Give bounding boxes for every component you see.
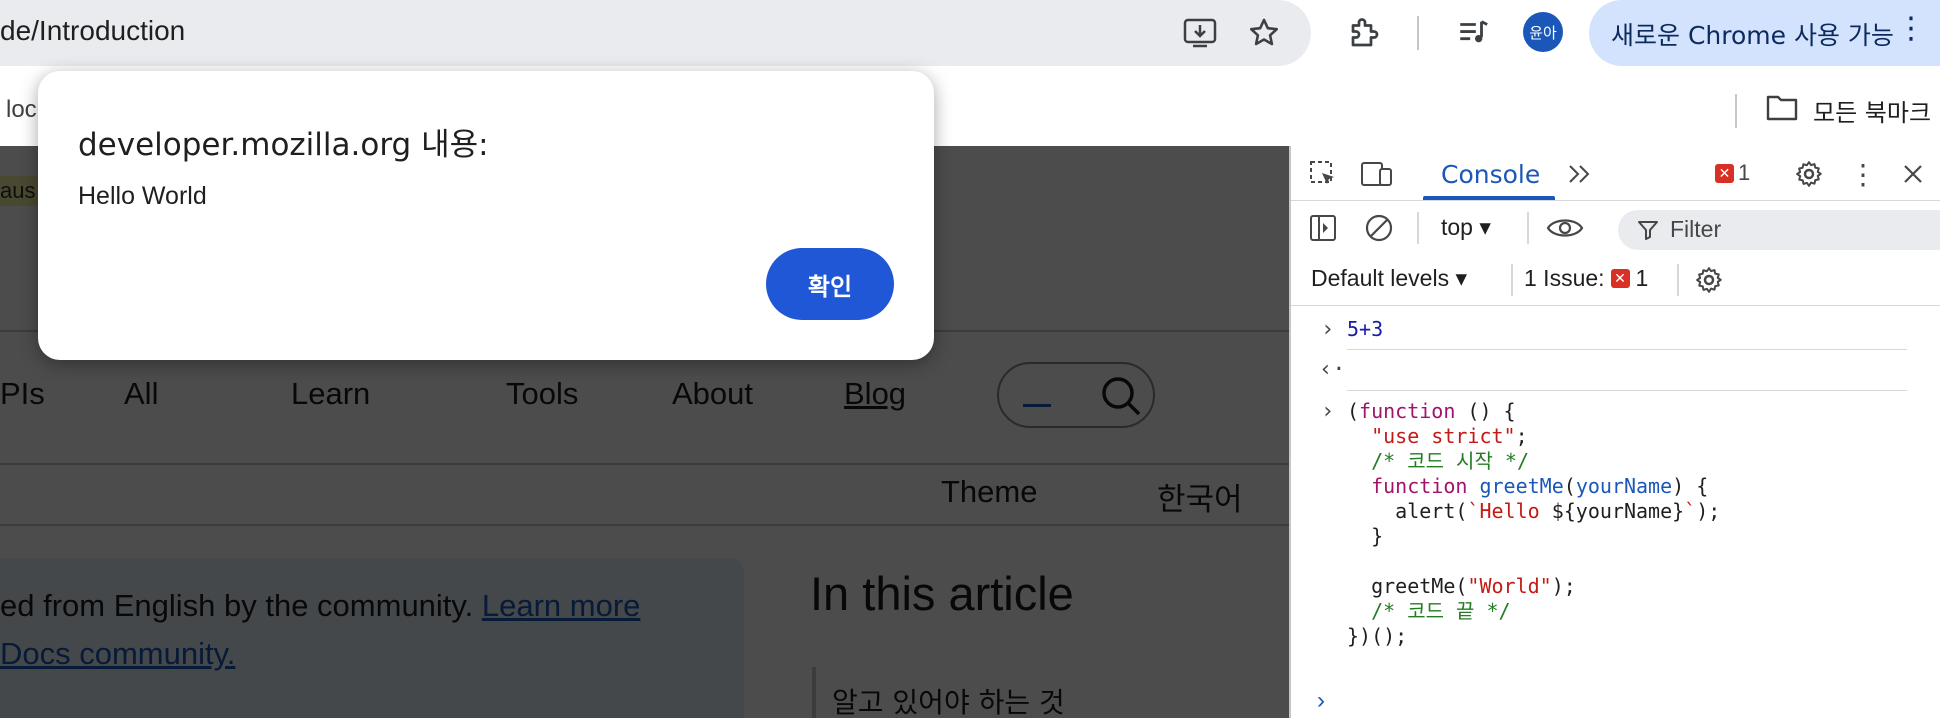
console-levels-bar: Default levels ▾ 1 Issue: ✕ 1 — [1291, 254, 1940, 306]
expand-chevron-icon[interactable]: › — [1321, 399, 1334, 424]
log-levels-dropdown[interactable]: Default levels ▾ — [1311, 265, 1467, 292]
device-toolbar-icon[interactable] — [1357, 156, 1397, 192]
alert-dialog: developer.mozilla.org 내용: Hello World 확인 — [38, 71, 934, 360]
code-identifier: greetMe — [1479, 474, 1564, 498]
chrome-update-label: 새로운 Chrome 사용 가능 — [1611, 21, 1894, 50]
language-switcher[interactable]: 한국어 — [1157, 474, 1243, 519]
nav-all[interactable]: All — [124, 376, 158, 412]
console-prompt-icon[interactable]: › — [1317, 687, 1325, 715]
code-comment: /* 코드 끝 */ — [1371, 599, 1511, 623]
notice-line: ed from English by the community. — [0, 588, 482, 623]
nav-learn[interactable]: Learn — [291, 376, 370, 412]
issues-count: 1 — [1635, 265, 1649, 291]
header-divider — [0, 463, 1289, 465]
install-app-icon[interactable] — [1180, 14, 1220, 52]
filter-funnel-icon — [1636, 218, 1660, 242]
active-tab-indicator — [1423, 196, 1555, 200]
tab-console[interactable]: Console — [1441, 160, 1540, 189]
issues-label: 1 Issue: — [1524, 265, 1605, 291]
header-divider — [0, 524, 1289, 526]
sidebar-toggle-icon[interactable] — [1305, 210, 1341, 246]
code-line: "use strict" — [1371, 424, 1516, 448]
extensions-icon[interactable] — [1344, 12, 1386, 54]
dialog-message: Hello World — [78, 182, 207, 210]
browser-toolbar: de/Introduction 윤아 새로운 Chrome 사용 가능 ⋮ — [0, 0, 1940, 66]
clear-console-icon[interactable] — [1361, 210, 1397, 246]
notice-text: ed from English by the community. Learn … — [0, 582, 640, 678]
error-icon: ✕ — [1610, 269, 1630, 288]
theme-switcher[interactable]: Theme — [941, 474, 1037, 510]
console-toolbar: top ▾ Filter — [1291, 202, 1940, 254]
settings-gear-icon[interactable] — [1791, 156, 1827, 192]
media-controls-icon[interactable] — [1452, 12, 1494, 54]
bookmark-star-icon[interactable] — [1244, 14, 1284, 52]
more-menu-icon[interactable]: ⋮ — [1896, 14, 1926, 44]
error-icon: ✕ — [1715, 163, 1734, 183]
all-bookmarks-label: 모든 북마크 — [1813, 98, 1932, 127]
filter-placeholder: Filter — [1670, 216, 1722, 242]
dialog-title: developer.mozilla.org 내용: — [78, 127, 489, 163]
toolbar-divider — [1417, 16, 1419, 50]
console-settings-gear-icon[interactable] — [1691, 262, 1727, 298]
toc-heading: In this article — [810, 567, 1074, 620]
filter-input[interactable]: Filter — [1618, 210, 1940, 250]
all-bookmarks-button[interactable]: 모든 북마크 — [1765, 92, 1931, 128]
nav-tools[interactable]: Tools — [506, 376, 578, 412]
issues-counter[interactable]: 1 Issue: ✕ 1 — [1524, 265, 1648, 292]
context-selector[interactable]: top ▾ — [1441, 214, 1491, 241]
translation-notice: ed from English by the community. Learn … — [0, 558, 744, 718]
result-arrow-icon: ‹· — [1319, 357, 1346, 382]
console-output: › 5+3 ‹· › (function () { "use strict"; … — [1291, 307, 1940, 718]
expand-chevron-icon[interactable]: › — [1321, 317, 1334, 342]
error-count: 1 — [1738, 160, 1751, 185]
learn-more-link[interactable]: Learn more — [482, 588, 641, 623]
context-value: top — [1441, 214, 1473, 240]
search-text-cursor — [1023, 404, 1051, 407]
toolbar-divider — [1527, 212, 1529, 244]
console-divider — [1347, 349, 1907, 350]
error-count-badge[interactable]: ✕ 1 — [1715, 160, 1750, 186]
toolbar-divider — [1511, 264, 1513, 296]
devtools-menu-icon[interactable]: ⋮ — [1849, 156, 1877, 192]
address-bar[interactable]: de/Introduction — [0, 0, 1311, 66]
nav-blog[interactable]: Blog — [844, 376, 906, 412]
devtools-panel: Console ✕ 1 ⋮ top ▾ Filter Default level… — [1289, 146, 1940, 718]
console-input: 5+3 — [1347, 317, 1383, 342]
folder-icon — [1765, 92, 1799, 128]
code-line: (function () { — [1347, 399, 1516, 423]
ok-button[interactable]: 확인 — [766, 248, 894, 320]
docs-community-link[interactable]: Docs community. — [0, 636, 235, 671]
chrome-update-button[interactable]: 새로운 Chrome 사용 가능 ⋮ — [1589, 0, 1940, 66]
nav-apis[interactable]: PIs — [0, 376, 45, 412]
console-input-text: 5+3 — [1347, 317, 1384, 341]
toc-link[interactable]: 알고 있어야 하는 것 — [832, 681, 1065, 718]
address-url[interactable]: de/Introduction — [0, 15, 185, 47]
paused-indicator: aus — [0, 176, 42, 206]
bookmarks-divider — [1735, 94, 1737, 128]
close-icon[interactable] — [1895, 156, 1931, 192]
live-expression-eye-icon[interactable] — [1543, 210, 1587, 246]
console-input-code: (function () { "use strict"; /* 코드 시작 */… — [1347, 399, 1721, 648]
more-tabs-icon[interactable] — [1563, 158, 1597, 190]
console-divider — [1347, 390, 1907, 391]
nav-about[interactable]: About — [672, 376, 753, 412]
search-icon[interactable] — [1099, 374, 1143, 423]
toolbar-divider — [1677, 264, 1679, 296]
profile-avatar[interactable]: 윤아 — [1523, 12, 1563, 52]
log-levels-label: Default levels — [1311, 265, 1450, 291]
devtools-tabbar: Console ✕ 1 ⋮ — [1291, 146, 1940, 201]
site-search-input[interactable] — [997, 362, 1155, 428]
bookmark-item[interactable]: loc — [6, 96, 37, 124]
toc-active-bar — [812, 667, 816, 718]
inspect-element-icon[interactable] — [1305, 156, 1341, 192]
toolbar-divider — [1417, 212, 1419, 244]
code-comment: /* 코드 시작 */ — [1371, 449, 1529, 473]
